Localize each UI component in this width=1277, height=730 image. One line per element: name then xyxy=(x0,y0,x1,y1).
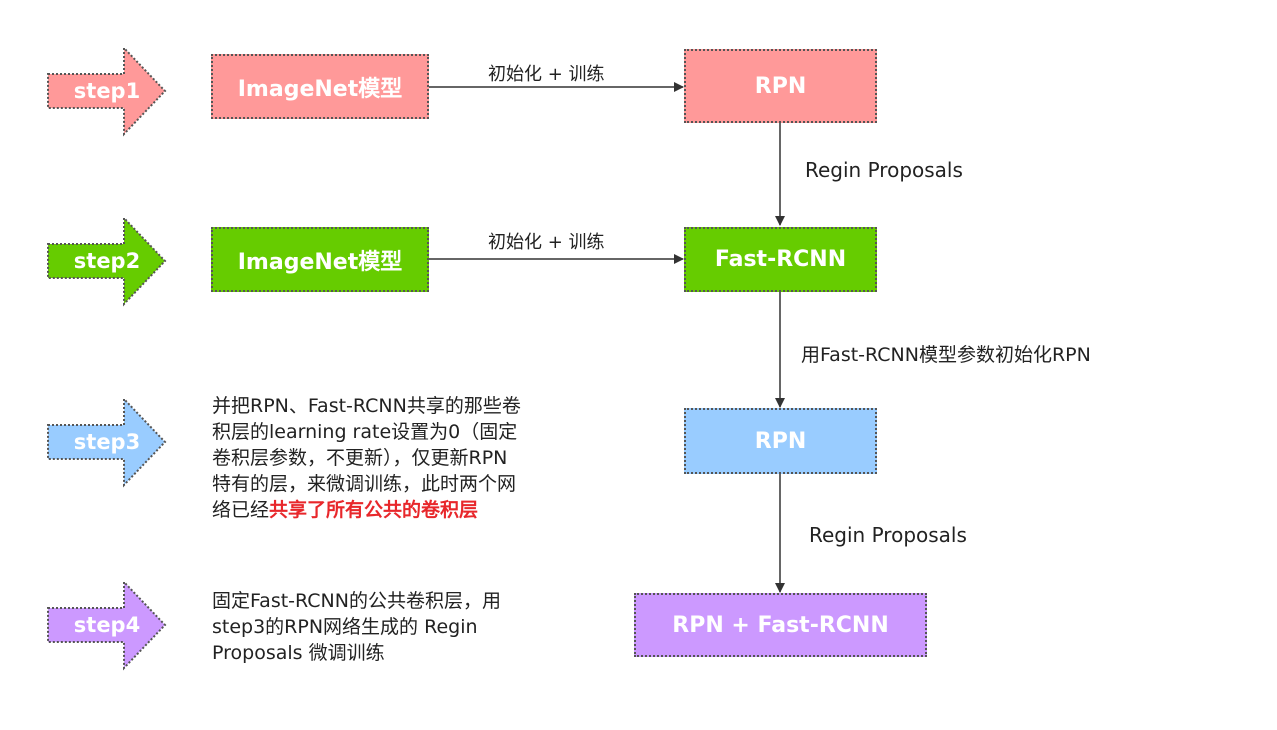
edge-label-init-rpn-from-fast: 用Fast-RCNN模型参数初始化RPN xyxy=(801,344,1091,366)
edge-label-init-train-1: 初始化 + 训练 xyxy=(488,64,605,85)
step3-description: 并把RPN、Fast-RCNN共享的那些卷 积层的learning rate设置… xyxy=(212,393,521,523)
step3-label: step3 xyxy=(73,430,141,454)
step2-label: step2 xyxy=(73,249,141,273)
edge-label-init-train-2: 初始化 + 训练 xyxy=(488,232,605,253)
step4-desc-line-3: Proposals 微调训练 xyxy=(212,642,385,664)
edge-label-regin-proposals-1: Regin Proposals xyxy=(805,158,963,182)
step4-desc-line-2: step3的RPN网络生成的 Regin xyxy=(212,616,478,638)
step4-description: 固定Fast-RCNN的公共卷积层，用 step3的RPN网络生成的 Regin… xyxy=(212,588,501,666)
rpn-fast-rcnn-box: RPN + Fast-RCNN xyxy=(634,593,927,657)
step3-desc-line-5: 络已经共享了所有公共的卷积层 xyxy=(212,497,521,523)
step4-desc-line-1: 固定Fast-RCNN的公共卷积层，用 xyxy=(212,590,501,612)
step3-desc-prefix: 络已经 xyxy=(212,499,270,521)
imagenet-model-box-1: ImageNet模型 xyxy=(211,54,429,119)
step3-desc-highlight: 共享了所有公共的卷积层 xyxy=(269,499,479,521)
edge-label-regin-proposals-2: Regin Proposals xyxy=(809,523,967,547)
step3-desc-line-1: 并把RPN、Fast-RCNN共享的那些卷 xyxy=(212,395,521,417)
step1-label: step1 xyxy=(73,79,141,103)
rpn-box-1: RPN xyxy=(684,49,877,123)
imagenet-model-box-2: ImageNet模型 xyxy=(211,227,429,292)
step3-desc-line-2: 积层的learning rate设置为0（固定 xyxy=(212,421,518,443)
step3-desc-line-4: 特有的层，来微调训练，此时两个网 xyxy=(212,473,517,495)
fast-rcnn-box: Fast-RCNN xyxy=(684,227,877,292)
step4-label: step4 xyxy=(73,613,141,637)
rpn-box-3: RPN xyxy=(684,408,877,474)
step3-desc-line-3: 卷积层参数，不更新），仅更新RPN xyxy=(212,447,508,469)
